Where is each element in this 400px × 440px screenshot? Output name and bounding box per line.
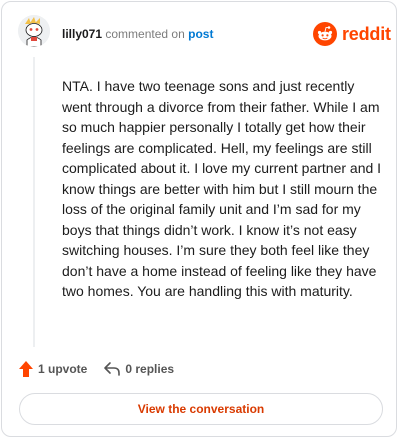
upvote-button[interactable]: 1 upvote: [18, 360, 87, 378]
comment-embed-card: lilly071 commented on post reddit NTA. I…: [1, 1, 397, 437]
replies-count: 0 replies: [125, 362, 175, 376]
comment-body: NTA. I have two teenage sons and just re…: [62, 78, 382, 299]
reddit-wordmark: reddit: [342, 23, 391, 44]
upvote-count: 1 upvote: [38, 362, 88, 376]
reply-arrow-icon: [103, 361, 121, 377]
replies-button[interactable]: 0 replies: [103, 361, 174, 377]
view-conversation-button[interactable]: View the conversation: [19, 393, 383, 425]
reddit-alien-icon: [313, 22, 337, 46]
reddit-logo[interactable]: reddit: [313, 22, 391, 46]
post-link[interactable]: post: [188, 27, 213, 41]
username[interactable]: lilly071: [62, 27, 102, 41]
upvote-arrow-icon: [18, 360, 34, 378]
thread-line: [33, 57, 35, 347]
commented-on-text: commented on: [105, 27, 185, 41]
snoo-avatar-icon: [18, 15, 50, 47]
comment-header: lilly071 commented on post: [62, 27, 213, 41]
comment-actions: 1 upvote 0 replies: [18, 360, 190, 378]
user-avatar[interactable]: [18, 15, 50, 47]
